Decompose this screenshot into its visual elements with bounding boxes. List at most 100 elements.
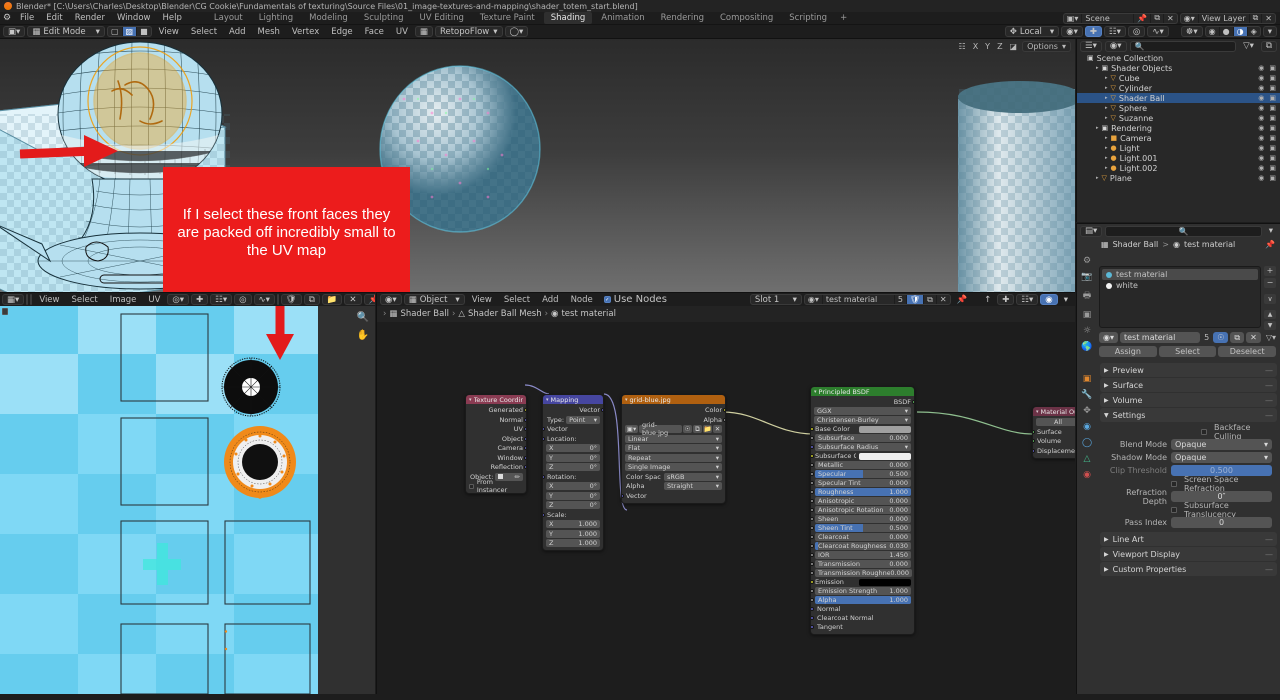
workspace-tab-uv-editing[interactable]: UV Editing [413,12,471,24]
browse-image-icon[interactable]: ▣▾ [625,425,638,433]
axis-x-toggle[interactable]: X [971,42,980,51]
shield-icon[interactable]: ☉ [683,425,692,433]
node-header[interactable]: ▾ Material Outpu... [1033,407,1075,416]
node-principled-bsdf[interactable]: ▾ Principled BSDF BSDF GGX ▾ Christensen-… [810,386,915,635]
bsdf-prop-field[interactable]: Transmission Roughness 0.000 [815,569,912,577]
outliner-row-sphere[interactable]: ▸ ▽ Sphere ◉ ▣ [1077,103,1280,113]
x-icon[interactable]: ✕ [1246,332,1261,343]
browse-view-layer-icon[interactable]: ◉▾ [1181,13,1199,23]
socket-normal[interactable] [811,607,814,611]
node-from-instancer[interactable]: From Instancer [469,478,523,493]
color-swatch[interactable] [859,425,911,433]
socket-transmission-roughness[interactable] [811,571,814,575]
outliner-row-camera[interactable]: ▸ ■ Camera ◉ ▣ [1077,133,1280,143]
snap-increment-icon[interactable]: ↑ [980,294,995,305]
view-layer-name[interactable]: View Layer [1199,13,1250,23]
eye-icon[interactable]: ◉ [1258,94,1264,102]
node-canvas[interactable]: ▾ Texture Coordinate Generated Normal UV… [376,322,1075,694]
eye-icon[interactable]: ◉ [1258,114,1264,122]
bsdf-prop-field[interactable]: Sheen 0.000 [815,515,911,523]
wireframe-icon[interactable]: ◉ [1206,27,1220,36]
target-dropdown[interactable]: All [1036,418,1075,426]
outliner-row-cylinder[interactable]: ▸ ▽ Cylinder ◉ ▣ [1077,83,1280,93]
bsdf-prop-transmission[interactable]: Transmission 0.000 [811,560,911,568]
bsdf-prop-roughness[interactable]: Roughness 1.000 [811,488,911,496]
workspace-tab-shading[interactable]: Shading [543,12,593,24]
editor-type-3dview-icon[interactable]: ▣▾ [3,26,26,37]
shader-type-selector[interactable]: ▦ Object ▾ [403,294,465,305]
view-layer-icon[interactable]: ▣ [1083,310,1092,320]
menu-select[interactable]: Select [186,27,222,37]
scale-x-field[interactable]: X 1.000 [546,520,600,528]
color-swatch[interactable] [859,578,911,586]
delete-view-layer-icon[interactable]: ✕ [1262,14,1275,23]
shadow-mode-row[interactable]: Shadow Mode Opaque ▾ [1101,451,1276,464]
copy-icon[interactable]: ⧉ [693,425,702,433]
x-icon[interactable]: ✕ [344,294,362,305]
material-assign-row[interactable]: Assign Select Deselect [1099,346,1277,357]
expand-arrow-icon[interactable]: ▸ [1096,175,1099,181]
camera-render-icon[interactable]: ▣ [1269,124,1276,132]
edge-select-icon[interactable]: ▨ [122,27,138,36]
camera-render-icon[interactable]: ▣ [1269,144,1276,152]
3d-viewport[interactable]: If I select these front faces they are p… [0,39,1075,292]
workspace-tab-layout[interactable]: Layout [207,12,250,24]
uv-mode-group[interactable]: ✎ [26,294,29,305]
socket-clearcoat[interactable] [811,535,814,539]
uv-view-icon[interactable]: ✎ [27,295,28,304]
uv-falloff-icon[interactable]: ∿▾ [253,294,275,305]
magnet-icon[interactable]: ✚ [1084,26,1103,37]
chevron-down-icon[interactable]: ▾ [469,397,472,403]
color-swatch[interactable] [859,452,911,460]
subsurface-method-dropdown[interactable]: Christensen-Burley ▾ [814,416,911,424]
eye-icon[interactable]: ◉ [1258,154,1264,162]
scene-name[interactable]: Scene [1082,13,1135,23]
menu-mesh[interactable]: Mesh [253,27,285,37]
eye-icon[interactable]: ◉ [1258,164,1264,172]
camera-render-icon[interactable]: ▣ [1269,74,1276,82]
uv-select-mode-group[interactable]: ▢ ▨ ■ [30,294,33,305]
uv-menu-view[interactable]: View [34,295,64,305]
xray-toggle-icon[interactable]: ☸▾ [1180,26,1203,37]
material-preview-icon[interactable]: ◑ [1233,27,1248,36]
menu-face[interactable]: Face [360,27,389,37]
pin-scene-icon[interactable]: 📌 [1134,13,1152,23]
retopoflow-icon[interactable]: ▦ [414,26,433,37]
chevron-down-icon[interactable]: ▾ [1036,409,1039,415]
outliner-row-rendering[interactable]: ▸ ▣ Rendering ◉ ▣ [1077,123,1280,133]
outliner-row-scene-collection[interactable]: ▣ Scene Collection [1077,53,1280,63]
bsdf-prop-field[interactable]: Transmission 0.000 [815,560,911,568]
editor-type-uv-icon[interactable]: ▦▾ [2,294,25,305]
particles-icon[interactable]: ✥ [1083,406,1091,416]
socket-roughness[interactable] [811,490,814,494]
node-texture-coordinate[interactable]: ▾ Texture Coordinate Generated Normal UV… [465,394,527,494]
transform-orientation-selector[interactable]: ✥ Local ▾ [1004,26,1060,37]
camera-render-icon[interactable]: ▣ [1269,154,1276,162]
node-header[interactable]: ▾ Texture Coordinate [466,395,526,404]
shader-menu-add[interactable]: Add [537,295,563,305]
workspace-tab-rendering[interactable]: Rendering [654,12,711,24]
node-output-reflection[interactable]: Reflection [469,463,526,471]
retopoflow-extra-icon[interactable]: ◯▾ [504,26,529,37]
socket-rotation[interactable] [543,474,545,479]
socket-uv[interactable] [524,427,526,431]
outliner-row-plane[interactable]: ▸ ▽ Plane ◉ ▣ [1077,173,1280,183]
uv-pivot-icon[interactable]: ◎▾ [167,294,190,305]
outliner-row-suzanne[interactable]: ▸ ▽ Suzanne ◉ ▣ [1077,113,1280,123]
socket-emission[interactable] [811,580,814,584]
material-slot-item-active[interactable]: test material [1102,269,1258,280]
socket-object[interactable] [524,436,526,441]
node-image-texture[interactable]: ▾ grid-blue.jpg Color Alpha ▣▾ grid-blue… [621,394,726,504]
uv-menu-select[interactable]: Select [66,295,102,305]
socket-location[interactable] [543,436,545,441]
socket-normal[interactable] [524,417,526,422]
camera-render-icon[interactable]: ▣ [1269,114,1276,122]
shader-material-users[interactable]: 5 [895,295,908,304]
bsdf-prop-subsurface[interactable]: Subsurface 0.000 [811,434,911,442]
pin-icon[interactable]: 📌 [363,294,375,305]
socket-bsdf[interactable] [912,400,914,404]
viewport-options-button[interactable]: Options ▾ [1022,41,1071,52]
camera-render-icon[interactable]: ▣ [1269,64,1276,72]
expand-arrow-icon[interactable]: ▸ [1105,165,1108,171]
image-datablock-row[interactable]: ▣▾ grid-blue.jpg ☉ ⧉ 📁 ✕ [625,421,722,437]
